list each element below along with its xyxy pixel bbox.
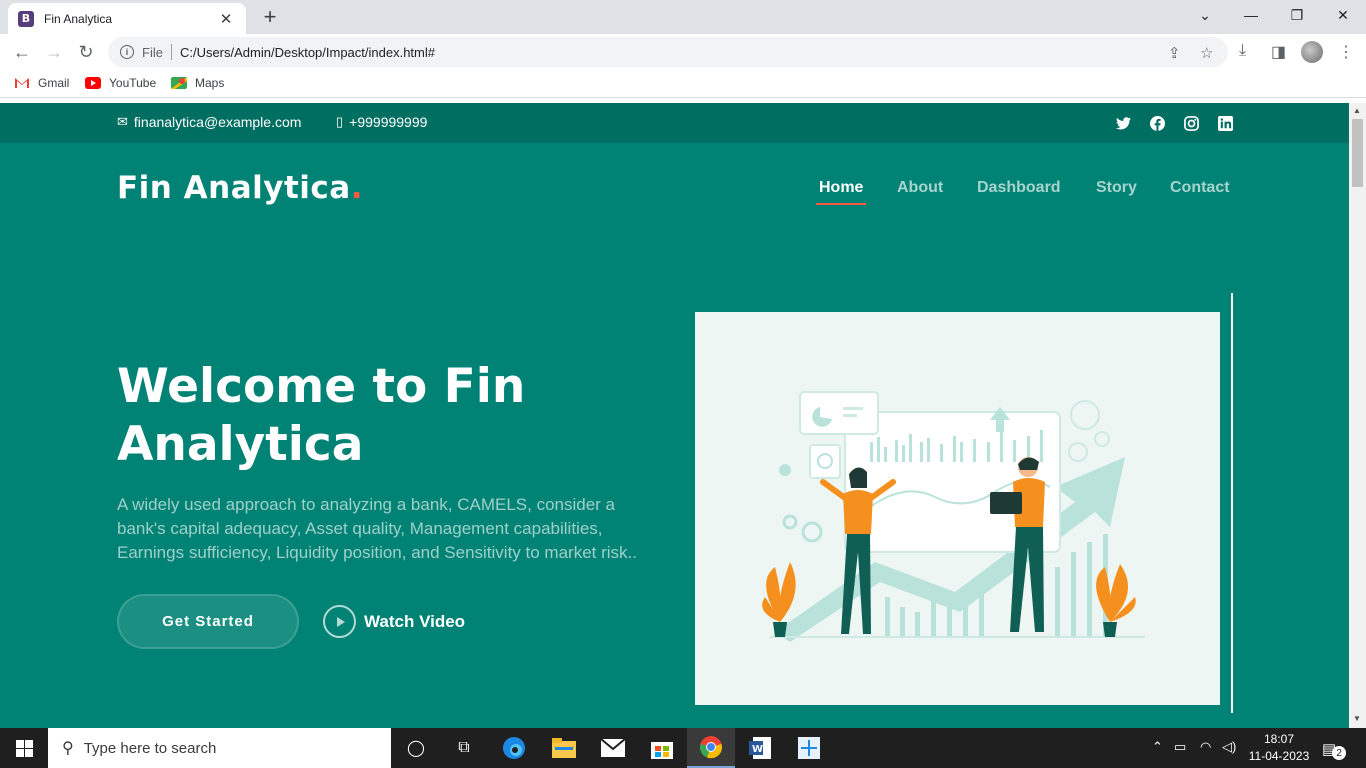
battery-icon[interactable]: ▭	[1174, 739, 1186, 755]
site-logo[interactable]: Fin Analytica.	[117, 170, 363, 206]
nav-story[interactable]: Story	[1096, 179, 1137, 197]
tab-search-icon[interactable]: ⌄	[1182, 0, 1228, 30]
notification-center[interactable]: ▤ 2	[1322, 738, 1347, 760]
phone-text: +999999999	[349, 114, 428, 130]
gmail-icon	[15, 78, 29, 88]
bookmark-label: YouTube	[109, 76, 157, 90]
taskbar-clock[interactable]: 18:07 11-04-2023	[1246, 731, 1312, 765]
back-icon[interactable]: ←	[8, 38, 36, 66]
browser-tab-strip: B Fin Analytica ✕ + ⌄ — ❐ ✕	[0, 0, 1366, 34]
bootstrap-favicon-icon: B	[18, 10, 34, 27]
word-icon[interactable]: W	[736, 728, 784, 768]
nav-contact[interactable]: Contact	[1170, 179, 1230, 197]
nav-home[interactable]: Home	[819, 179, 863, 197]
clock-time: 18:07	[1263, 732, 1295, 746]
bookmark-star-icon[interactable]: ☆	[1200, 44, 1213, 62]
nav-active-indicator	[816, 203, 866, 205]
phone-icon: ▯	[336, 114, 344, 129]
side-panel-icon[interactable]: ◨	[1271, 42, 1286, 62]
share-icon[interactable]: ⇪	[1168, 44, 1181, 62]
notification-count: 2	[1332, 746, 1347, 760]
wifi-icon[interactable]: ◠	[1200, 739, 1211, 755]
browser-toolbar: ← → ↻ i File C:/Users/Admin/Desktop/Impa…	[0, 34, 1366, 70]
topbar-email[interactable]: ✉ finanalytica@example.com	[117, 114, 301, 130]
get-started-button[interactable]: Get Started	[117, 594, 299, 649]
play-icon	[323, 605, 356, 638]
envelope-icon: ✉	[117, 114, 128, 129]
contact-topbar: ✉ finanalytica@example.com ▯ +999999999	[0, 103, 1349, 143]
watch-video-label: Watch Video	[364, 611, 466, 631]
menu-kebab-icon[interactable]: ⋮	[1338, 42, 1354, 62]
browser-tab[interactable]: B Fin Analytica ✕	[8, 3, 246, 34]
facebook-icon[interactable]	[1149, 115, 1165, 131]
taskbar-search[interactable]: ⚲ Type here to search	[48, 728, 391, 768]
logo-dot: .	[350, 170, 363, 206]
windows-taskbar: ⚲ Type here to search ◯ ⧉ W ⌃ ▭ ◠ ◁) 18:…	[0, 728, 1366, 768]
url-scheme: File	[142, 44, 163, 60]
tab-close-icon[interactable]: ✕	[216, 10, 236, 28]
clock-date: 11-04-2023	[1248, 749, 1310, 763]
store-icon[interactable]	[638, 728, 686, 768]
bookmark-youtube[interactable]: YouTube	[85, 76, 156, 90]
windows-start-icon[interactable]	[0, 728, 48, 768]
topbar-phone[interactable]: ▯ +999999999	[336, 114, 427, 130]
snipping-tool-icon[interactable]	[785, 728, 833, 768]
show-hidden-icons-icon[interactable]: ⌃	[1152, 739, 1163, 755]
url-divider	[170, 44, 172, 60]
address-bar[interactable]: i File C:/Users/Admin/Desktop/Impact/ind…	[108, 37, 1228, 67]
restore-icon[interactable]: ❐	[1274, 0, 1320, 30]
hero-title: Welcome to Fin Analytica	[117, 359, 526, 472]
scroll-up-icon[interactable]: ▲	[1353, 106, 1361, 115]
image-divider	[1231, 293, 1233, 713]
hero-illustration	[695, 312, 1220, 705]
bookmark-maps[interactable]: Maps	[171, 76, 224, 90]
site-info-icon[interactable]: i	[120, 45, 134, 59]
profile-avatar[interactable]	[1301, 41, 1323, 63]
volume-icon[interactable]: ◁)	[1222, 739, 1236, 755]
linkedin-icon[interactable]	[1217, 115, 1233, 131]
mail-icon[interactable]	[589, 728, 637, 768]
analytics-illustration	[762, 391, 1145, 642]
svg-text:W: W	[752, 744, 763, 755]
reload-icon[interactable]: ↻	[72, 38, 100, 66]
bookmarks-bar: Gmail YouTube Maps	[0, 70, 1366, 98]
maps-icon	[171, 77, 187, 89]
watch-video-button[interactable]: Watch Video	[323, 605, 465, 638]
edge-icon[interactable]	[490, 728, 538, 768]
new-tab-icon[interactable]: +	[258, 5, 282, 29]
hero-description: A widely used approach to analyzing a ba…	[117, 495, 637, 562]
scroll-down-icon[interactable]: ▼	[1353, 714, 1361, 723]
minimize-icon[interactable]: —	[1228, 0, 1274, 30]
nav-about[interactable]: About	[897, 179, 943, 197]
file-explorer-icon[interactable]	[540, 728, 588, 768]
tab-title: Fin Analytica	[44, 11, 113, 26]
logo-text: Fin Analytica	[117, 170, 351, 206]
page-scrollbar[interactable]: ▲ ▼	[1349, 103, 1366, 728]
cortana-icon[interactable]: ◯	[392, 728, 440, 768]
scroll-thumb[interactable]	[1352, 119, 1363, 187]
bookmark-label: Maps	[195, 76, 225, 90]
page-viewport: ✉ finanalytica@example.com ▯ +999999999 …	[0, 103, 1349, 728]
bookmark-label: Gmail	[38, 76, 70, 90]
bookmark-gmail[interactable]: Gmail	[14, 76, 69, 90]
search-icon: ⚲	[62, 740, 74, 757]
twitter-icon[interactable]	[1115, 115, 1131, 131]
search-placeholder: Type here to search	[83, 739, 217, 757]
nav-dashboard[interactable]: Dashboard	[977, 179, 1061, 197]
youtube-icon	[85, 77, 101, 89]
url-text[interactable]: C:/Users/Admin/Desktop/Impact/index.html…	[180, 45, 435, 60]
window-close-icon[interactable]: ✕	[1320, 0, 1366, 30]
download-icon[interactable]: ⤓	[1239, 42, 1246, 60]
instagram-icon[interactable]	[1183, 115, 1199, 131]
task-view-icon[interactable]: ⧉	[440, 728, 488, 768]
forward-icon[interactable]: →	[40, 38, 68, 66]
email-text: finanalytica@example.com	[133, 114, 302, 130]
chrome-icon[interactable]	[687, 728, 735, 768]
